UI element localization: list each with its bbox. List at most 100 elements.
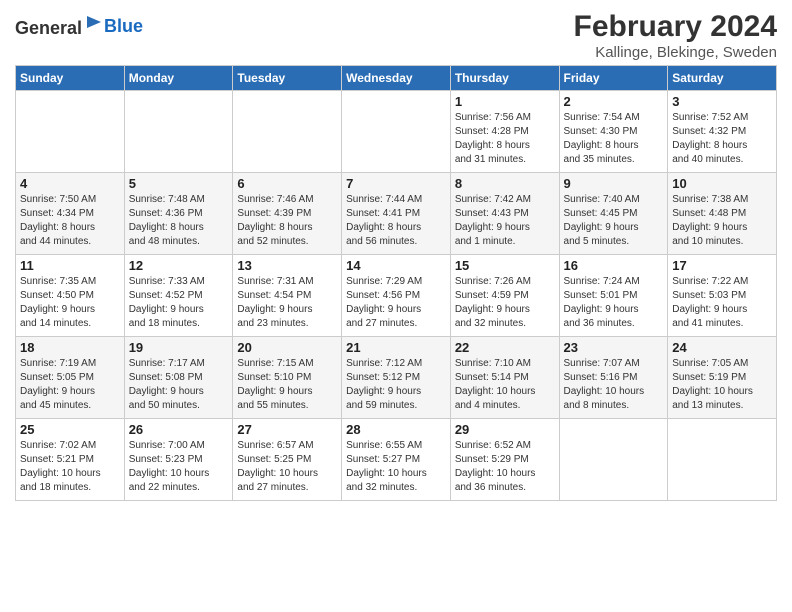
col-monday: Monday bbox=[124, 66, 233, 91]
day-number: 18 bbox=[20, 340, 120, 355]
day-info: Sunrise: 7:00 AM Sunset: 5:23 PM Dayligh… bbox=[129, 439, 229, 495]
title-block: February 2024 Kallinge, Blekinge, Sweden bbox=[574, 10, 777, 61]
calendar-cell: 10 Sunrise: 7:38 AM Sunset: 4:48 PM Dayli… bbox=[668, 173, 777, 255]
day-number: 8 bbox=[455, 176, 555, 191]
logo: General Blue bbox=[15, 14, 143, 39]
calendar-cell: 2 Sunrise: 7:54 AM Sunset: 4:30 PM Daylig… bbox=[559, 91, 668, 173]
calendar-table: Sunday Monday Tuesday Wednesday Thursday… bbox=[15, 65, 777, 501]
day-info: Sunrise: 7:19 AM Sunset: 5:05 PM Dayligh… bbox=[20, 357, 120, 413]
calendar-cell: 22 Sunrise: 7:10 AM Sunset: 5:14 PM Dayli… bbox=[450, 337, 559, 419]
calendar-cell: 7 Sunrise: 7:44 AM Sunset: 4:41 PM Daylig… bbox=[342, 173, 451, 255]
day-number: 5 bbox=[129, 176, 229, 191]
calendar-week-3: 11 Sunrise: 7:35 AM Sunset: 4:50 PM Dayli… bbox=[16, 255, 777, 337]
day-number: 11 bbox=[20, 258, 120, 273]
day-info: Sunrise: 7:05 AM Sunset: 5:19 PM Dayligh… bbox=[672, 357, 772, 413]
day-info: Sunrise: 7:12 AM Sunset: 5:12 PM Dayligh… bbox=[346, 357, 446, 413]
day-info: Sunrise: 7:46 AM Sunset: 4:39 PM Dayligh… bbox=[237, 193, 337, 249]
weekday-header-row: Sunday Monday Tuesday Wednesday Thursday… bbox=[16, 66, 777, 91]
day-info: Sunrise: 7:10 AM Sunset: 5:14 PM Dayligh… bbox=[455, 357, 555, 413]
calendar-cell: 28Sunrise: 6:55 AM Sunset: 5:27 PM Dayli… bbox=[342, 419, 451, 501]
day-number: 27 bbox=[237, 422, 337, 437]
col-sunday: Sunday bbox=[16, 66, 125, 91]
day-info: Sunrise: 7:02 AM Sunset: 5:21 PM Dayligh… bbox=[20, 439, 120, 495]
calendar-cell: 6Sunrise: 7:46 AM Sunset: 4:39 PM Daylig… bbox=[233, 173, 342, 255]
calendar-cell: 3Sunrise: 7:52 AM Sunset: 4:32 PM Daylig… bbox=[668, 91, 777, 173]
day-number: 13 bbox=[237, 258, 337, 273]
calendar-week-5: 25 Sunrise: 7:02 AM Sunset: 5:21 PM Dayli… bbox=[16, 419, 777, 501]
day-number: 1 bbox=[455, 94, 555, 109]
calendar-cell: 14 Sunrise: 7:29 AM Sunset: 4:56 PM Dayli… bbox=[342, 255, 451, 337]
day-info: Sunrise: 7:31 AM Sunset: 4:54 PM Dayligh… bbox=[237, 275, 337, 331]
calendar-cell: 13 Sunrise: 7:31 AM Sunset: 4:54 PM Dayli… bbox=[233, 255, 342, 337]
calendar-cell: 21Sunrise: 7:12 AM Sunset: 5:12 PM Dayli… bbox=[342, 337, 451, 419]
day-number: 17 bbox=[672, 258, 772, 273]
day-info: Sunrise: 6:57 AM Sunset: 5:25 PM Dayligh… bbox=[237, 439, 337, 495]
day-number: 26 bbox=[129, 422, 229, 437]
calendar-cell: 27 Sunrise: 6:57 AM Sunset: 5:25 PM Dayli… bbox=[233, 419, 342, 501]
page-subtitle: Kallinge, Blekinge, Sweden bbox=[574, 44, 777, 61]
day-number: 24 bbox=[672, 340, 772, 355]
calendar-week-1: 1 Sunrise: 7:56 AM Sunset: 4:28 PM Daylig… bbox=[16, 91, 777, 173]
day-number: 29 bbox=[455, 422, 555, 437]
day-number: 20 bbox=[237, 340, 337, 355]
col-tuesday: Tuesday bbox=[233, 66, 342, 91]
day-number: 23 bbox=[564, 340, 664, 355]
calendar-cell: 26 Sunrise: 7:00 AM Sunset: 5:23 PM Dayli… bbox=[124, 419, 233, 501]
calendar-cell: 1 Sunrise: 7:56 AM Sunset: 4:28 PM Daylig… bbox=[450, 91, 559, 173]
day-number: 12 bbox=[129, 258, 229, 273]
logo-blue-text: Blue bbox=[104, 16, 143, 37]
calendar-week-2: 4 Sunrise: 7:50 AM Sunset: 4:34 PM Daylig… bbox=[16, 173, 777, 255]
day-number: 16 bbox=[564, 258, 664, 273]
day-info: Sunrise: 6:52 AM Sunset: 5:29 PM Dayligh… bbox=[455, 439, 555, 495]
calendar-week-4: 18 Sunrise: 7:19 AM Sunset: 5:05 PM Dayli… bbox=[16, 337, 777, 419]
day-number: 25 bbox=[20, 422, 120, 437]
calendar-cell: 8 Sunrise: 7:42 AM Sunset: 4:43 PM Daylig… bbox=[450, 173, 559, 255]
logo-general-text: General bbox=[15, 14, 104, 39]
day-info: Sunrise: 7:42 AM Sunset: 4:43 PM Dayligh… bbox=[455, 193, 555, 249]
calendar-cell: 16 Sunrise: 7:24 AM Sunset: 5:01 PM Dayli… bbox=[559, 255, 668, 337]
day-info: Sunrise: 7:17 AM Sunset: 5:08 PM Dayligh… bbox=[129, 357, 229, 413]
calendar-cell: 29 Sunrise: 6:52 AM Sunset: 5:29 PM Dayli… bbox=[450, 419, 559, 501]
calendar-cell: 17Sunrise: 7:22 AM Sunset: 5:03 PM Dayli… bbox=[668, 255, 777, 337]
day-info: Sunrise: 7:26 AM Sunset: 4:59 PM Dayligh… bbox=[455, 275, 555, 331]
calendar-cell: 18 Sunrise: 7:19 AM Sunset: 5:05 PM Dayli… bbox=[16, 337, 125, 419]
day-info: Sunrise: 7:29 AM Sunset: 4:56 PM Dayligh… bbox=[346, 275, 446, 331]
day-number: 14 bbox=[346, 258, 446, 273]
day-number: 10 bbox=[672, 176, 772, 191]
day-info: Sunrise: 7:44 AM Sunset: 4:41 PM Dayligh… bbox=[346, 193, 446, 249]
calendar-cell bbox=[124, 91, 233, 173]
day-number: 4 bbox=[20, 176, 120, 191]
day-number: 15 bbox=[455, 258, 555, 273]
day-info: Sunrise: 7:50 AM Sunset: 4:34 PM Dayligh… bbox=[20, 193, 120, 249]
day-info: Sunrise: 7:56 AM Sunset: 4:28 PM Dayligh… bbox=[455, 111, 555, 167]
day-info: Sunrise: 7:24 AM Sunset: 5:01 PM Dayligh… bbox=[564, 275, 664, 331]
col-friday: Friday bbox=[559, 66, 668, 91]
calendar-cell: 20 Sunrise: 7:15 AM Sunset: 5:10 PM Dayli… bbox=[233, 337, 342, 419]
day-number: 19 bbox=[129, 340, 229, 355]
day-info: Sunrise: 7:52 AM Sunset: 4:32 PM Dayligh… bbox=[672, 111, 772, 167]
calendar-cell: 5Sunrise: 7:48 AM Sunset: 4:36 PM Daylig… bbox=[124, 173, 233, 255]
day-info: Sunrise: 7:07 AM Sunset: 5:16 PM Dayligh… bbox=[564, 357, 664, 413]
day-info: Sunrise: 7:15 AM Sunset: 5:10 PM Dayligh… bbox=[237, 357, 337, 413]
day-number: 2 bbox=[564, 94, 664, 109]
day-info: Sunrise: 6:55 AM Sunset: 5:27 PM Dayligh… bbox=[346, 439, 446, 495]
day-info: Sunrise: 7:54 AM Sunset: 4:30 PM Dayligh… bbox=[564, 111, 664, 167]
logo-flag-icon bbox=[84, 14, 104, 34]
calendar-cell: 4 Sunrise: 7:50 AM Sunset: 4:34 PM Daylig… bbox=[16, 173, 125, 255]
day-number: 7 bbox=[346, 176, 446, 191]
calendar-cell bbox=[559, 419, 668, 501]
day-info: Sunrise: 7:40 AM Sunset: 4:45 PM Dayligh… bbox=[564, 193, 664, 249]
col-saturday: Saturday bbox=[668, 66, 777, 91]
day-info: Sunrise: 7:35 AM Sunset: 4:50 PM Dayligh… bbox=[20, 275, 120, 331]
day-number: 22 bbox=[455, 340, 555, 355]
calendar-cell: 19 Sunrise: 7:17 AM Sunset: 5:08 PM Dayli… bbox=[124, 337, 233, 419]
header: General Blue February 2024 Kallinge, Ble… bbox=[15, 10, 777, 61]
calendar-cell bbox=[342, 91, 451, 173]
calendar-cell: 9Sunrise: 7:40 AM Sunset: 4:45 PM Daylig… bbox=[559, 173, 668, 255]
calendar-cell: 24 Sunrise: 7:05 AM Sunset: 5:19 PM Dayli… bbox=[668, 337, 777, 419]
calendar-cell bbox=[233, 91, 342, 173]
calendar-cell bbox=[668, 419, 777, 501]
calendar-cell bbox=[16, 91, 125, 173]
day-info: Sunrise: 7:33 AM Sunset: 4:52 PM Dayligh… bbox=[129, 275, 229, 331]
day-info: Sunrise: 7:38 AM Sunset: 4:48 PM Dayligh… bbox=[672, 193, 772, 249]
